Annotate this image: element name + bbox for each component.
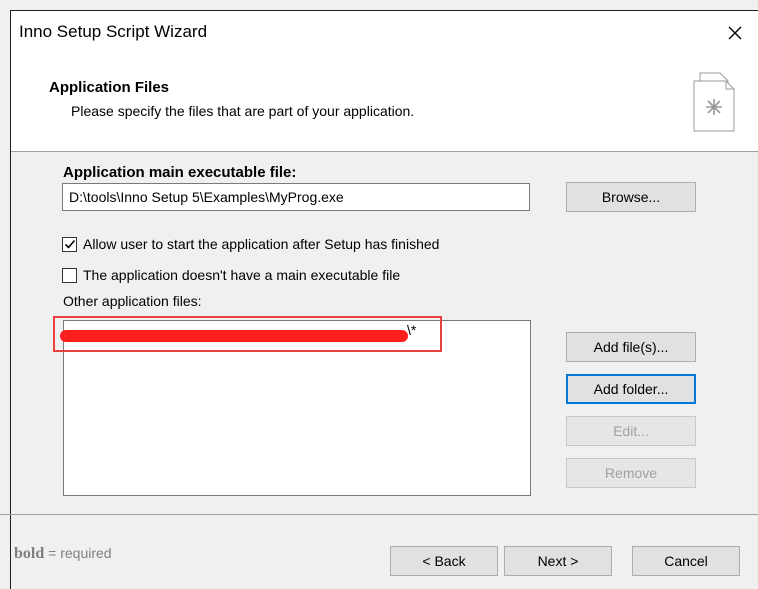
title-bar: Inno Setup Script Wizard bbox=[11, 11, 758, 55]
cancel-button[interactable]: Cancel bbox=[632, 546, 740, 576]
add-folder-button[interactable]: Add folder... bbox=[566, 374, 696, 404]
list-item[interactable]: \* bbox=[407, 322, 416, 338]
files-icon bbox=[693, 72, 735, 132]
remove-button[interactable]: Remove bbox=[566, 458, 696, 488]
no-exe-checkbox[interactable] bbox=[62, 267, 77, 283]
redaction-highlight-box bbox=[53, 316, 442, 352]
other-files-label: Other application files: bbox=[63, 293, 202, 309]
legend-text: = required bbox=[44, 545, 112, 561]
close-icon bbox=[728, 26, 742, 40]
page-title: Application Files bbox=[49, 79, 170, 96]
next-button[interactable]: Next > bbox=[504, 546, 612, 576]
run-after-checkbox[interactable] bbox=[62, 236, 77, 252]
run-after-label: Allow user to start the application afte… bbox=[83, 236, 440, 252]
add-files-button[interactable]: Add file(s)... bbox=[566, 332, 696, 362]
no-exe-label: The application doesn't have a main exec… bbox=[83, 267, 401, 283]
checkbox-row-run-after[interactable]: Allow user to start the application afte… bbox=[62, 236, 439, 252]
required-legend: bold = required bbox=[14, 545, 112, 563]
window-title: Inno Setup Script Wizard bbox=[19, 22, 208, 41]
close-button[interactable] bbox=[712, 11, 758, 55]
back-button[interactable]: < Back bbox=[390, 546, 498, 576]
footer-divider bbox=[0, 514, 758, 515]
main-exe-input[interactable] bbox=[62, 183, 530, 211]
checkmark-icon bbox=[64, 239, 75, 249]
browse-button[interactable]: Browse... bbox=[566, 182, 696, 212]
main-exe-label: Application main executable file: bbox=[63, 164, 297, 181]
edit-button[interactable]: Edit... bbox=[566, 416, 696, 446]
checkbox-row-no-exe[interactable]: The application doesn't have a main exec… bbox=[62, 267, 400, 283]
legend-bold-word: bold bbox=[14, 545, 45, 562]
page-header: Application Files Please specify the fil… bbox=[11, 55, 758, 152]
page-description: Please specify the files that are part o… bbox=[71, 103, 415, 119]
